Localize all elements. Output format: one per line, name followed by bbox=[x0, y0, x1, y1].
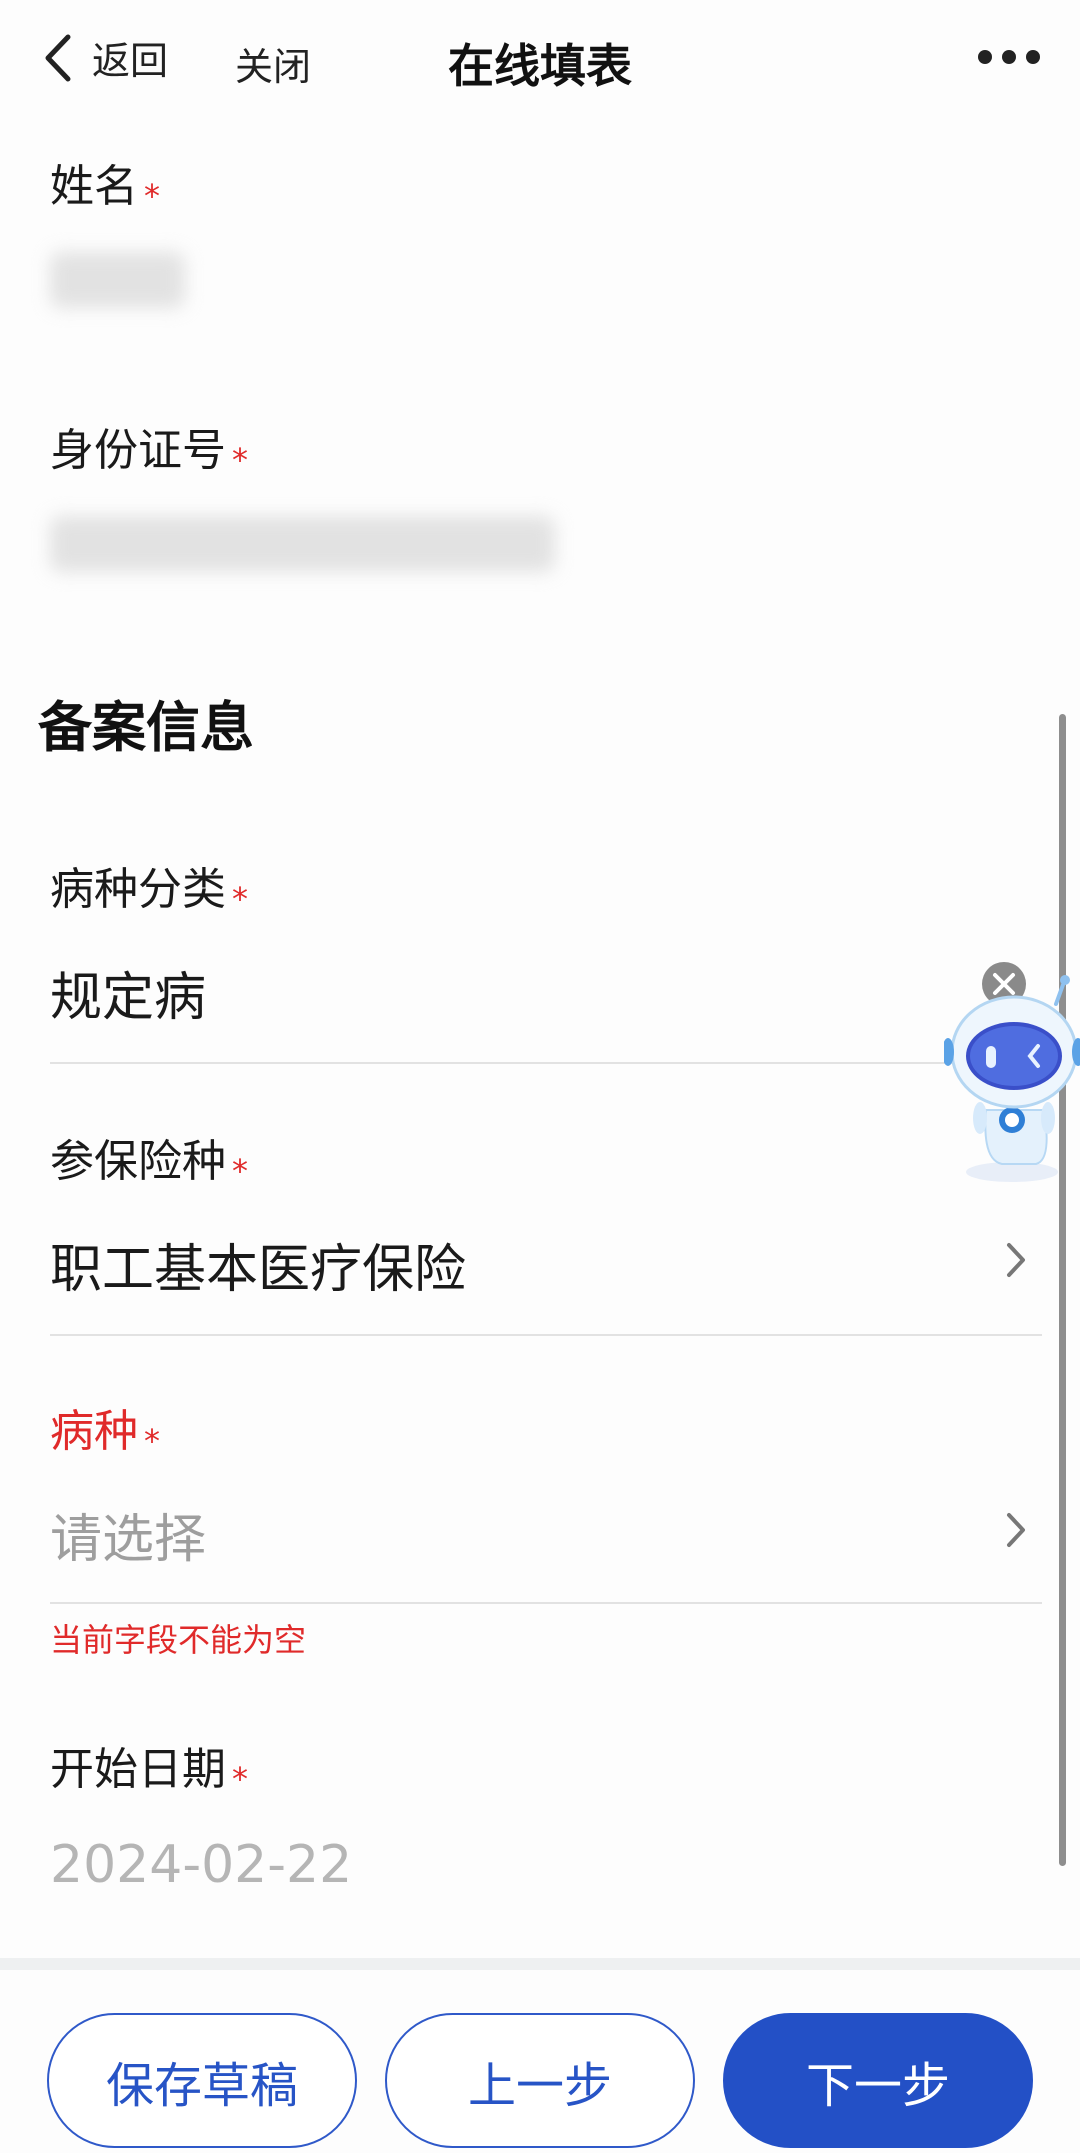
more-options-icon[interactable] bbox=[978, 50, 1040, 64]
disease-category-label: 病种分类 * bbox=[50, 864, 248, 918]
id-number-value-redacted bbox=[50, 516, 555, 572]
chevron-right-icon[interactable] bbox=[1004, 1510, 1028, 1550]
close-button[interactable]: 关闭 bbox=[235, 36, 311, 91]
required-mark: * bbox=[232, 441, 248, 479]
save-draft-button[interactable]: 保存草稿 bbox=[47, 2013, 357, 2148]
back-button[interactable]: 返回 bbox=[40, 30, 168, 85]
chevron-left-icon bbox=[45, 34, 71, 81]
next-step-button[interactable]: 下一步 bbox=[723, 2013, 1033, 2148]
previous-step-button[interactable]: 上一步 bbox=[385, 2013, 695, 2148]
required-mark: * bbox=[232, 1760, 248, 1798]
chevron-right-icon[interactable] bbox=[1004, 1240, 1028, 1280]
disease-label: 病种 * bbox=[50, 1406, 160, 1460]
disease-select[interactable]: 请选择 bbox=[50, 1497, 206, 1572]
start-date-label: 开始日期 * bbox=[50, 1744, 248, 1798]
name-value-redacted bbox=[50, 252, 185, 308]
divider bbox=[50, 1602, 1042, 1604]
required-mark: * bbox=[232, 880, 248, 918]
back-label: 返回 bbox=[92, 39, 169, 83]
insurance-type-label: 参保险种 * bbox=[50, 1136, 248, 1190]
footer-separator bbox=[0, 1958, 1080, 1970]
field-error-message: 当前字段不能为空 bbox=[50, 1621, 307, 1659]
top-nav-bar: 返回 关闭 在线填表 bbox=[0, 0, 1080, 118]
required-mark: * bbox=[144, 177, 160, 215]
assistant-robot-widget[interactable] bbox=[942, 960, 1080, 1185]
scrollbar[interactable] bbox=[1059, 714, 1066, 1866]
name-label: 姓名 * bbox=[50, 161, 160, 215]
section-title-filing-info: 备案信息 bbox=[38, 696, 254, 759]
start-date-value[interactable]: 2024-02-22 bbox=[50, 1835, 352, 1895]
divider bbox=[50, 1062, 1042, 1064]
disease-category-value[interactable]: 规定病 bbox=[50, 955, 206, 1030]
id-number-label: 身份证号 * bbox=[50, 425, 248, 479]
insurance-type-select[interactable]: 职工基本医疗保险 bbox=[50, 1227, 466, 1302]
required-mark: * bbox=[232, 1152, 248, 1190]
required-mark: * bbox=[144, 1422, 160, 1460]
divider bbox=[50, 1334, 1042, 1336]
